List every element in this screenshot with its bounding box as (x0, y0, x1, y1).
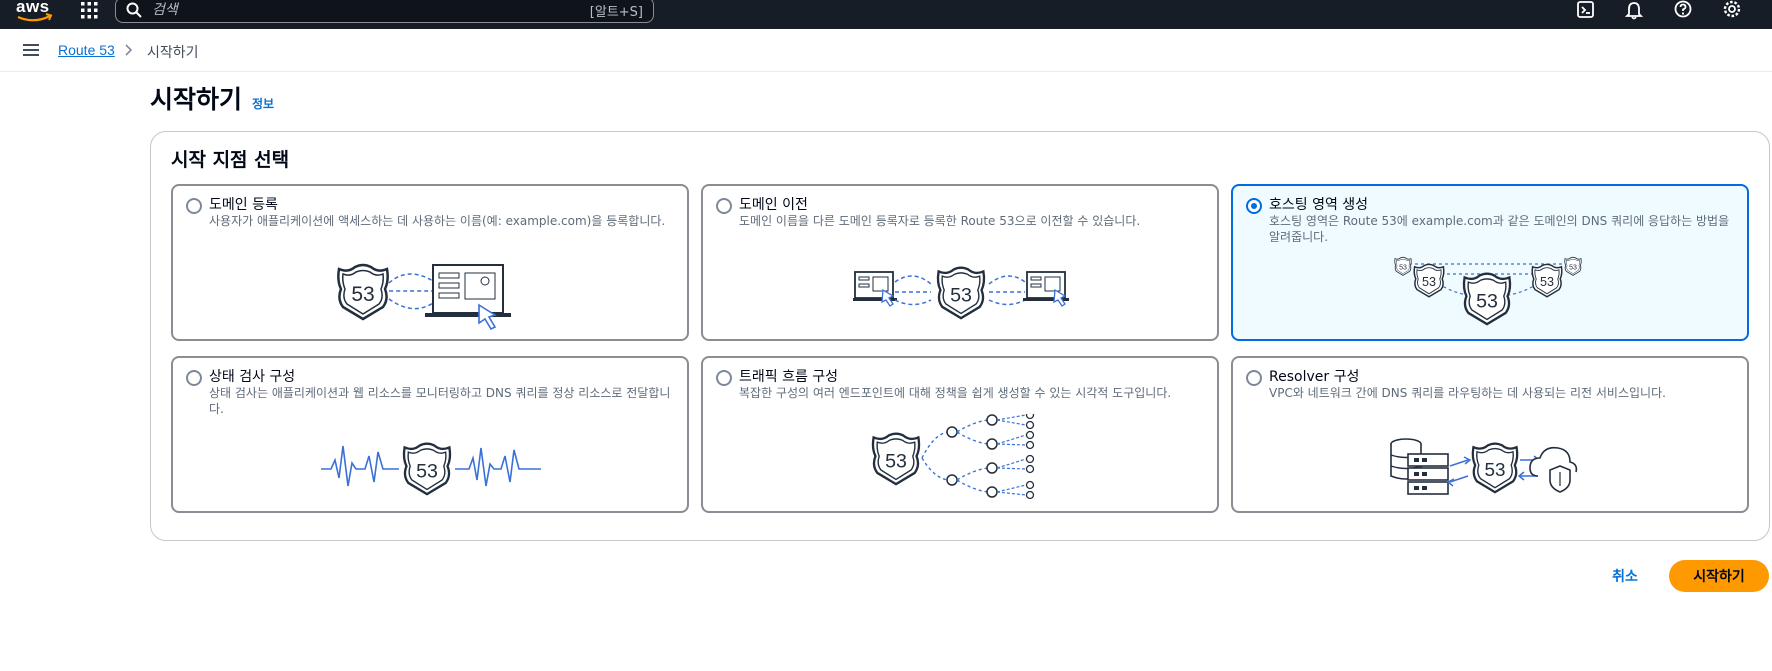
settings-icon[interactable] (1722, 0, 1742, 20)
search-icon (126, 2, 142, 18)
help-icon[interactable] (1673, 0, 1693, 20)
services-grid-icon[interactable] (81, 2, 98, 19)
option-title: 상태 검사 구성 (209, 369, 296, 385)
option-description: 상태 검사는 애플리케이션과 웹 리소스를 모니터링하고 DNS 쿼리를 정상 … (209, 386, 671, 416)
global-nav-bar: aws [알트+S] (0, 0, 1772, 29)
radio-transfer-domain[interactable] (716, 198, 732, 214)
option-title: 트래픽 흐름 구성 (739, 369, 839, 385)
hosted-zone-illustration (1394, 256, 1582, 326)
option-description: 복잡한 구성의 여러 엔드포인트에 대해 정책을 쉽게 생성할 수 있는 시각적… (739, 386, 1172, 400)
menu-icon[interactable] (23, 43, 39, 57)
transfer-domain-illustration (853, 266, 1069, 320)
search-box[interactable]: [알트+S] (115, 0, 654, 23)
search-input[interactable] (152, 0, 552, 20)
health-check-illustration (321, 442, 541, 496)
info-link[interactable]: 정보 (252, 95, 274, 112)
breadcrumb-bar: Route 53 시작하기 (0, 29, 1772, 72)
panel-title: 시작 지점 선택 (171, 149, 290, 171)
radio-resolver[interactable] (1246, 370, 1262, 386)
option-description: 도메인 이름을 다른 도메인 등록자로 등록한 Route 53으로 이전할 수… (739, 214, 1141, 228)
option-create-hosted-zone[interactable]: 호스팅 영역 생성 호스팅 영역은 Route 53에 example.com과… (1231, 184, 1749, 341)
breadcrumb-route53[interactable]: Route 53 (58, 42, 115, 58)
option-health-check[interactable]: 상태 검사 구성 상태 검사는 애플리케이션과 웹 리소스를 모니터링하고 DN… (171, 356, 689, 513)
cancel-button[interactable]: 취소 (1595, 563, 1655, 589)
option-description: VPC와 네트워크 간에 DNS 쿼리를 라우팅하는 데 사용되는 리전 서비스… (1269, 386, 1666, 400)
option-title: 도메인 등록 (209, 197, 278, 213)
breadcrumb-current: 시작하기 (147, 45, 199, 61)
page-title: 시작하기 (150, 85, 243, 114)
option-description: 사용자가 애플리케이션에 액세스하는 데 사용하는 이름(예: example.… (209, 214, 666, 228)
chevron-right-icon (125, 44, 133, 56)
radio-register-domain[interactable] (186, 198, 202, 214)
bell-icon[interactable] (1624, 0, 1644, 20)
register-domain-illustration (337, 263, 511, 331)
option-traffic-flow[interactable]: 트래픽 흐름 구성 복잡한 구성의 여러 엔드포인트에 대해 정책을 쉽게 생성… (701, 356, 1219, 513)
cloudshell-icon[interactable] (1576, 0, 1596, 20)
option-resolver[interactable]: Resolver 구성 VPC와 네트워크 간에 DNS 쿼리를 라우팅하는 데… (1231, 356, 1749, 513)
aws-logo[interactable]: aws (14, 0, 54, 24)
search-shortcut-hint: [알트+S] (589, 5, 643, 20)
get-started-button[interactable]: 시작하기 (1669, 560, 1769, 592)
resolver-illustration (1390, 438, 1578, 495)
option-description: 호스팅 영역은 Route 53에 example.com과 같은 도메인의 D… (1269, 214, 1730, 244)
radio-create-hosted-zone[interactable] (1246, 198, 1262, 214)
option-title: 도메인 이전 (739, 197, 808, 213)
option-title: 호스팅 영역 생성 (1269, 197, 1369, 213)
radio-traffic-flow[interactable] (716, 370, 732, 386)
option-register-domain[interactable]: 도메인 등록 사용자가 애플리케이션에 액세스하는 데 사용하는 이름(예: e… (171, 184, 689, 341)
radio-health-check[interactable] (186, 370, 202, 386)
option-transfer-domain[interactable]: 도메인 이전 도메인 이름을 다른 도메인 등록자로 등록한 Route 53으… (701, 184, 1219, 341)
option-title: Resolver 구성 (1269, 369, 1360, 385)
traffic-flow-illustration (871, 414, 1035, 500)
